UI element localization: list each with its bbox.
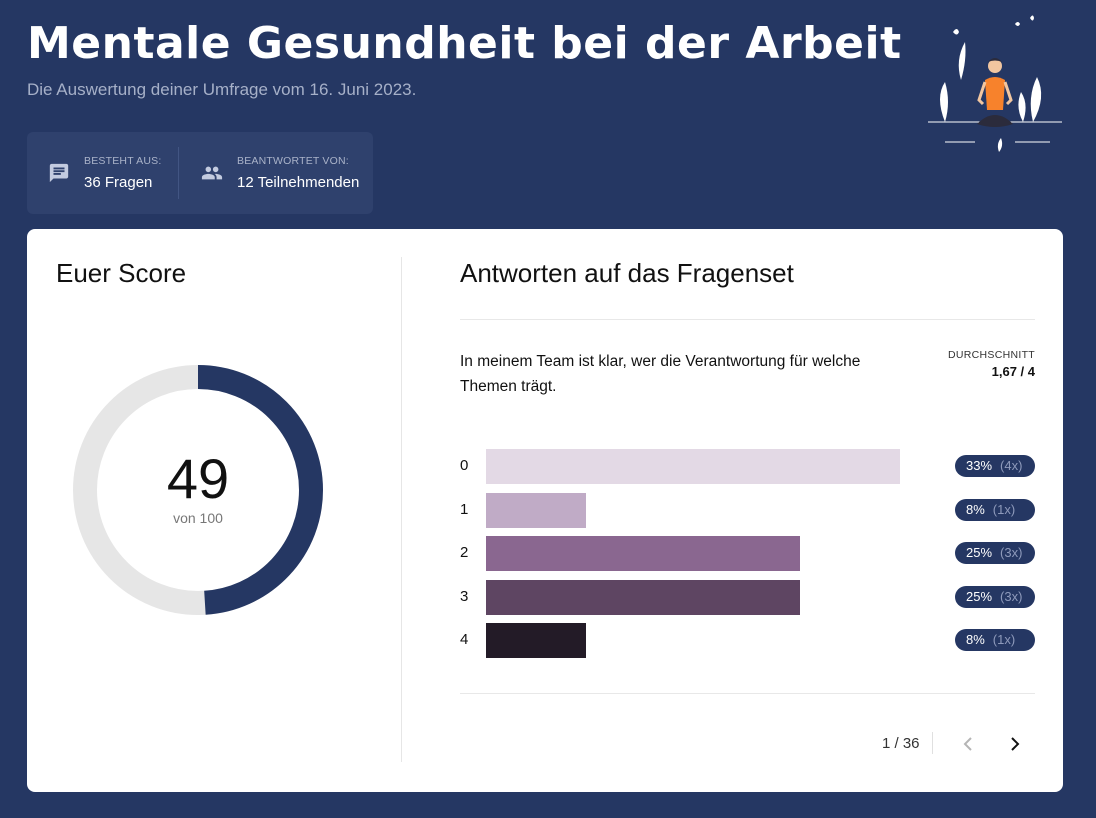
answer-bar bbox=[486, 536, 800, 571]
answer-count: (3x) bbox=[1000, 588, 1023, 604]
answer-bar bbox=[486, 492, 587, 528]
question-text: In meinem Team ist klar, wer die Verantw… bbox=[460, 353, 861, 395]
answer-count: (1x) bbox=[992, 501, 1016, 517]
results-card: Euer Score 49 von 100 Antworten auf das … bbox=[27, 229, 1063, 792]
answer-percentage: 25% bbox=[966, 545, 993, 560]
answer-count: (1x) bbox=[992, 632, 1016, 647]
questions-label: BESTEHT AUS: bbox=[84, 155, 162, 167]
next-question-button[interactable] bbox=[1002, 731, 1028, 757]
answer-option-label: 4 bbox=[460, 631, 469, 648]
answer-percentage-badge: 8% (1x) bbox=[955, 498, 1035, 521]
average-value: 1,67 / 4 bbox=[991, 364, 1035, 379]
participants-value: 12 Teilnehmenden bbox=[237, 174, 360, 191]
answer-count: (4x) bbox=[1000, 458, 1023, 473]
score-value: 49 bbox=[166, 447, 230, 510]
questions-value: 36 Fragen bbox=[84, 174, 153, 191]
answer-option-label: 0 bbox=[460, 457, 469, 474]
answers-divider-top bbox=[460, 319, 1035, 320]
answer-option-label: 1 bbox=[460, 500, 469, 518]
questions-info: BESTEHT AUS: 36 Fragen bbox=[27, 147, 178, 199]
answer-percentage-badge: 25% (3x) bbox=[955, 585, 1035, 608]
answer-bar bbox=[486, 449, 900, 484]
answers-heading: Antworten auf das Fragenset bbox=[460, 258, 794, 288]
answer-percentage-badge: 33% (4x) bbox=[955, 455, 1035, 477]
participants-label: BEANTWORTET VON: bbox=[237, 155, 349, 167]
answer-option-label: 3 bbox=[460, 587, 469, 605]
page-title: Mentale Gesundheit bei der Arbeit bbox=[27, 18, 902, 69]
people-icon bbox=[201, 166, 223, 180]
pagination-indicator: 1 / 36 bbox=[882, 735, 920, 752]
answer-percentage: 8% bbox=[966, 501, 985, 517]
participants-info: BEANTWORTET VON: 12 Teilnehmenden bbox=[178, 147, 359, 199]
answer-row: 4 8% (1x) bbox=[460, 623, 1035, 659]
answer-option-label: 2 bbox=[460, 544, 469, 561]
answer-row: 0 33% (4x) bbox=[460, 449, 1035, 485]
answer-percentage: 33% bbox=[966, 458, 993, 473]
answer-bar bbox=[486, 623, 587, 658]
pagination-separator bbox=[932, 732, 933, 754]
chevron-right-icon bbox=[1011, 737, 1020, 751]
page-subtitle: Die Auswertung deiner Umfrage vom 16. Ju… bbox=[27, 80, 417, 99]
average-label: DURCHSCHNITT bbox=[947, 349, 1035, 361]
score-max: von 100 bbox=[173, 510, 223, 526]
answer-percentage-badge: 8% (1x) bbox=[955, 629, 1035, 651]
answers-divider-bottom bbox=[460, 693, 1035, 694]
meditation-illustration bbox=[928, 15, 1062, 152]
chat-icon bbox=[49, 163, 69, 183]
answer-row: 1 8% (1x) bbox=[460, 492, 1035, 529]
answer-bar bbox=[486, 579, 800, 615]
previous-question-button[interactable] bbox=[955, 731, 981, 757]
card-divider bbox=[401, 257, 402, 762]
chevron-left-icon bbox=[963, 737, 972, 751]
answer-percentage: 8% bbox=[966, 632, 985, 647]
answer-row: 3 25% (3x) bbox=[460, 579, 1035, 616]
survey-info-box: BESTEHT AUS: 36 Fragen BEANTWORTET VON: … bbox=[27, 132, 373, 214]
answer-percentage: 25% bbox=[966, 588, 993, 604]
answer-percentage-badge: 25% (3x) bbox=[955, 542, 1035, 564]
answer-row: 2 25% (3x) bbox=[460, 536, 1035, 572]
score-heading: Euer Score bbox=[56, 258, 187, 288]
answer-count: (3x) bbox=[1000, 545, 1023, 560]
